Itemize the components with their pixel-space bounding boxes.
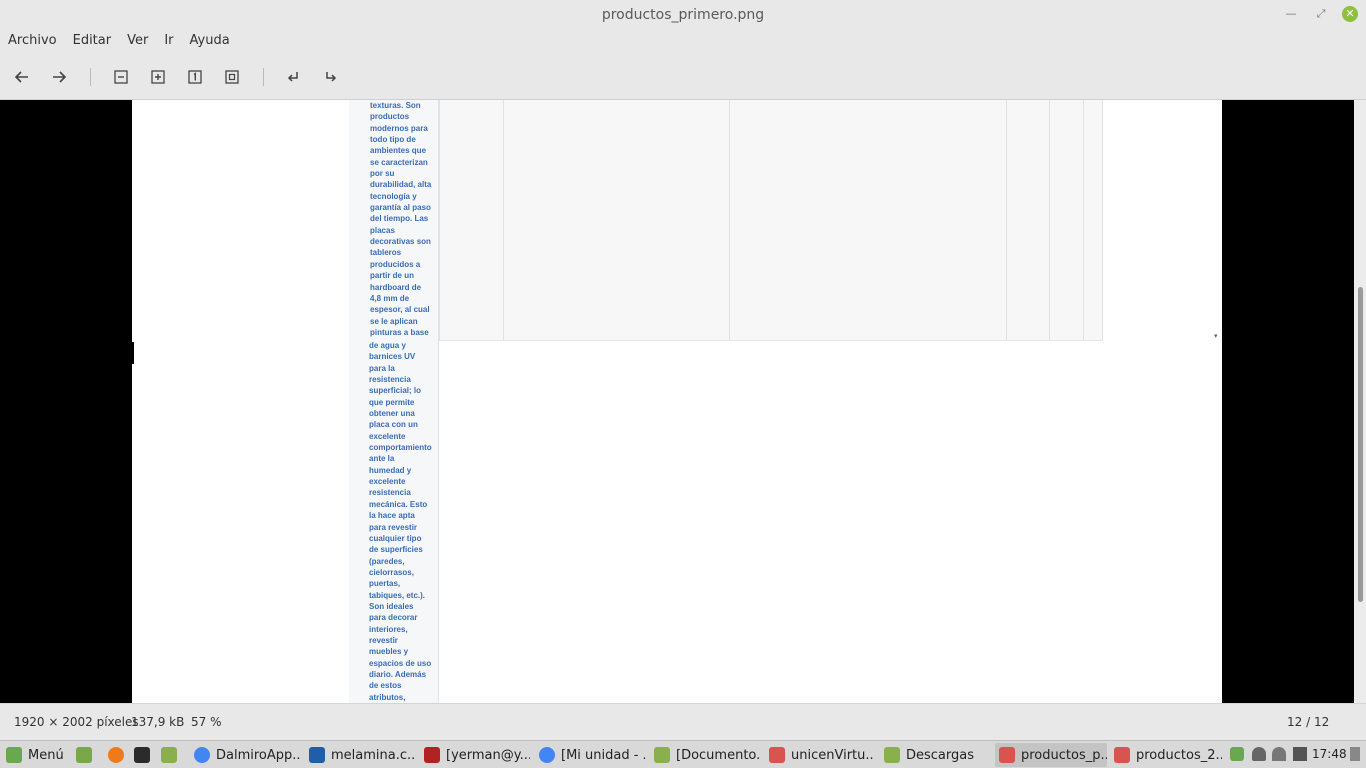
mint-logo-icon	[6, 747, 22, 763]
image-dimensions: 1920 × 2002 píxeles	[14, 715, 139, 729]
zoom-level: 57 %	[191, 715, 222, 729]
taskbar-window-label: [yerman@y...	[446, 747, 530, 763]
taskbar-window-documentos[interactable]: [Documento...	[650, 743, 760, 767]
shield-icon[interactable]	[1230, 747, 1244, 761]
table-column-divider	[1006, 100, 1007, 341]
zoom-out-button[interactable]	[110, 66, 132, 88]
table-column-divider	[729, 100, 730, 341]
image-viewer-icon	[769, 747, 785, 763]
zoom-in-icon	[151, 70, 165, 84]
rotate-right-icon	[326, 72, 337, 82]
notifications-icon[interactable]	[1350, 747, 1360, 761]
taskbar-window-label: unicenVirtu...	[791, 747, 875, 763]
menu-ir[interactable]: Ir	[164, 30, 173, 54]
file-size: 137,9 kB	[131, 715, 185, 729]
taskbar-window-terminal[interactable]: [yerman@y...	[420, 743, 530, 767]
taskbar-window-melamina[interactable]: melamina.c...	[305, 743, 415, 767]
image-position: 12 / 12	[1287, 715, 1330, 729]
rotate-left-icon	[287, 72, 298, 82]
files-launcher[interactable]	[157, 743, 181, 767]
start-menu-button[interactable]: Menú	[2, 743, 68, 767]
zoom-fit-button[interactable]	[221, 66, 243, 88]
toolbar	[0, 54, 1366, 100]
taskbar-window-productos-2[interactable]: productos_2...	[1110, 743, 1222, 767]
table-column-divider	[503, 100, 504, 341]
folder-icon	[884, 747, 900, 763]
chrome-icon	[539, 747, 555, 763]
taskbar-window-label: productos_2...	[1136, 747, 1222, 763]
description-text-lower: de agua y barnices UV para la resistenci…	[369, 341, 432, 702]
zoom-in-button[interactable]	[147, 66, 169, 88]
desktop-icon	[76, 747, 92, 763]
rotate-left-button[interactable]	[282, 66, 304, 88]
image-viewer-icon	[1114, 747, 1130, 763]
table-column-divider	[1102, 100, 1103, 341]
table-column-divider	[1083, 100, 1084, 341]
taskbar-window-label: Descargas	[906, 747, 975, 763]
menu-archivo[interactable]: Archivo	[8, 30, 57, 54]
menu-bar: Archivo Editar Ver Ir Ayuda	[0, 30, 1366, 54]
folder-icon	[654, 747, 670, 763]
vertical-scrollbar[interactable]	[1354, 100, 1366, 703]
show-desktop-launcher[interactable]	[72, 743, 96, 767]
user-icon[interactable]	[1252, 747, 1266, 761]
taskbar-window-label: [Mi unidad - ...	[561, 747, 645, 763]
taskbar-window-descargas[interactable]: Descargas	[880, 743, 990, 767]
image-view[interactable]: texturas. Son productos modernos para to…	[0, 100, 1366, 703]
taskbar-window-productos-primero[interactable]: productos_p...	[995, 743, 1107, 767]
table-column-divider	[1049, 100, 1050, 341]
scrollbar-thumb[interactable]	[1358, 287, 1363, 602]
zoom-normal-button[interactable]	[184, 66, 206, 88]
window-title: productos_primero.png	[601, 7, 765, 23]
chrome-icon	[194, 747, 210, 763]
taskbar: Menú DalmiroApp... melamina.c... [yerman…	[0, 740, 1366, 768]
firefox-icon	[108, 747, 124, 763]
image-viewer-icon	[999, 747, 1015, 763]
table-scroll-marker-icon: ▾	[1214, 332, 1218, 340]
menu-ver[interactable]: Ver	[127, 30, 148, 54]
toolbar-separator	[263, 68, 264, 86]
zoom-out-icon	[114, 70, 128, 84]
menu-editar[interactable]: Editar	[73, 30, 112, 54]
status-bar: 1920 × 2002 píxeles 137,9 kB 57 % 12 / 1…	[0, 703, 1366, 740]
arrow-left-icon	[14, 71, 28, 83]
taskbar-window-unicenvirtual[interactable]: unicenVirtu...	[765, 743, 875, 767]
close-button[interactable]: ✕	[1342, 6, 1358, 22]
clock[interactable]: 17:48	[1312, 747, 1347, 761]
minimize-button[interactable]: —	[1283, 6, 1299, 22]
battery-icon[interactable]	[1293, 747, 1307, 761]
network-icon[interactable]	[1272, 747, 1286, 761]
table-column-divider	[439, 100, 440, 341]
previous-button[interactable]	[11, 66, 33, 88]
title-bar: productos_primero.png — ⤢ ✕	[0, 0, 1366, 30]
terminal-icon	[134, 747, 150, 763]
taskbar-window-label: DalmiroApp...	[216, 747, 300, 763]
terminal-session-icon	[424, 747, 440, 763]
zoom-fit-icon	[225, 70, 239, 84]
firefox-launcher[interactable]	[104, 743, 128, 767]
taskbar-window-label: productos_p...	[1021, 747, 1107, 763]
start-menu-label: Menú	[28, 747, 64, 763]
image-edge-marker	[131, 342, 134, 364]
taskbar-window-label: [Documento...	[676, 747, 760, 763]
image-canvas: texturas. Son productos modernos para to…	[132, 100, 1222, 703]
taskbar-window-dalmiroapp[interactable]: DalmiroApp...	[190, 743, 300, 767]
menu-ayuda[interactable]: Ayuda	[190, 30, 230, 54]
arrow-right-icon	[53, 71, 67, 83]
rotate-right-button[interactable]	[320, 66, 342, 88]
vscode-icon	[309, 747, 325, 763]
taskbar-window-mi-unidad[interactable]: [Mi unidad - ...	[535, 743, 645, 767]
next-button[interactable]	[48, 66, 70, 88]
table-upper-region	[349, 100, 1103, 341]
toolbar-separator	[90, 68, 91, 86]
taskbar-window-label: melamina.c...	[331, 747, 415, 763]
maximize-button[interactable]: ⤢	[1313, 6, 1329, 22]
zoom-normal-icon	[188, 70, 202, 84]
terminal-launcher[interactable]	[130, 743, 154, 767]
folder-icon	[161, 747, 177, 763]
description-text-upper: texturas. Son productos modernos para to…	[370, 101, 432, 337]
